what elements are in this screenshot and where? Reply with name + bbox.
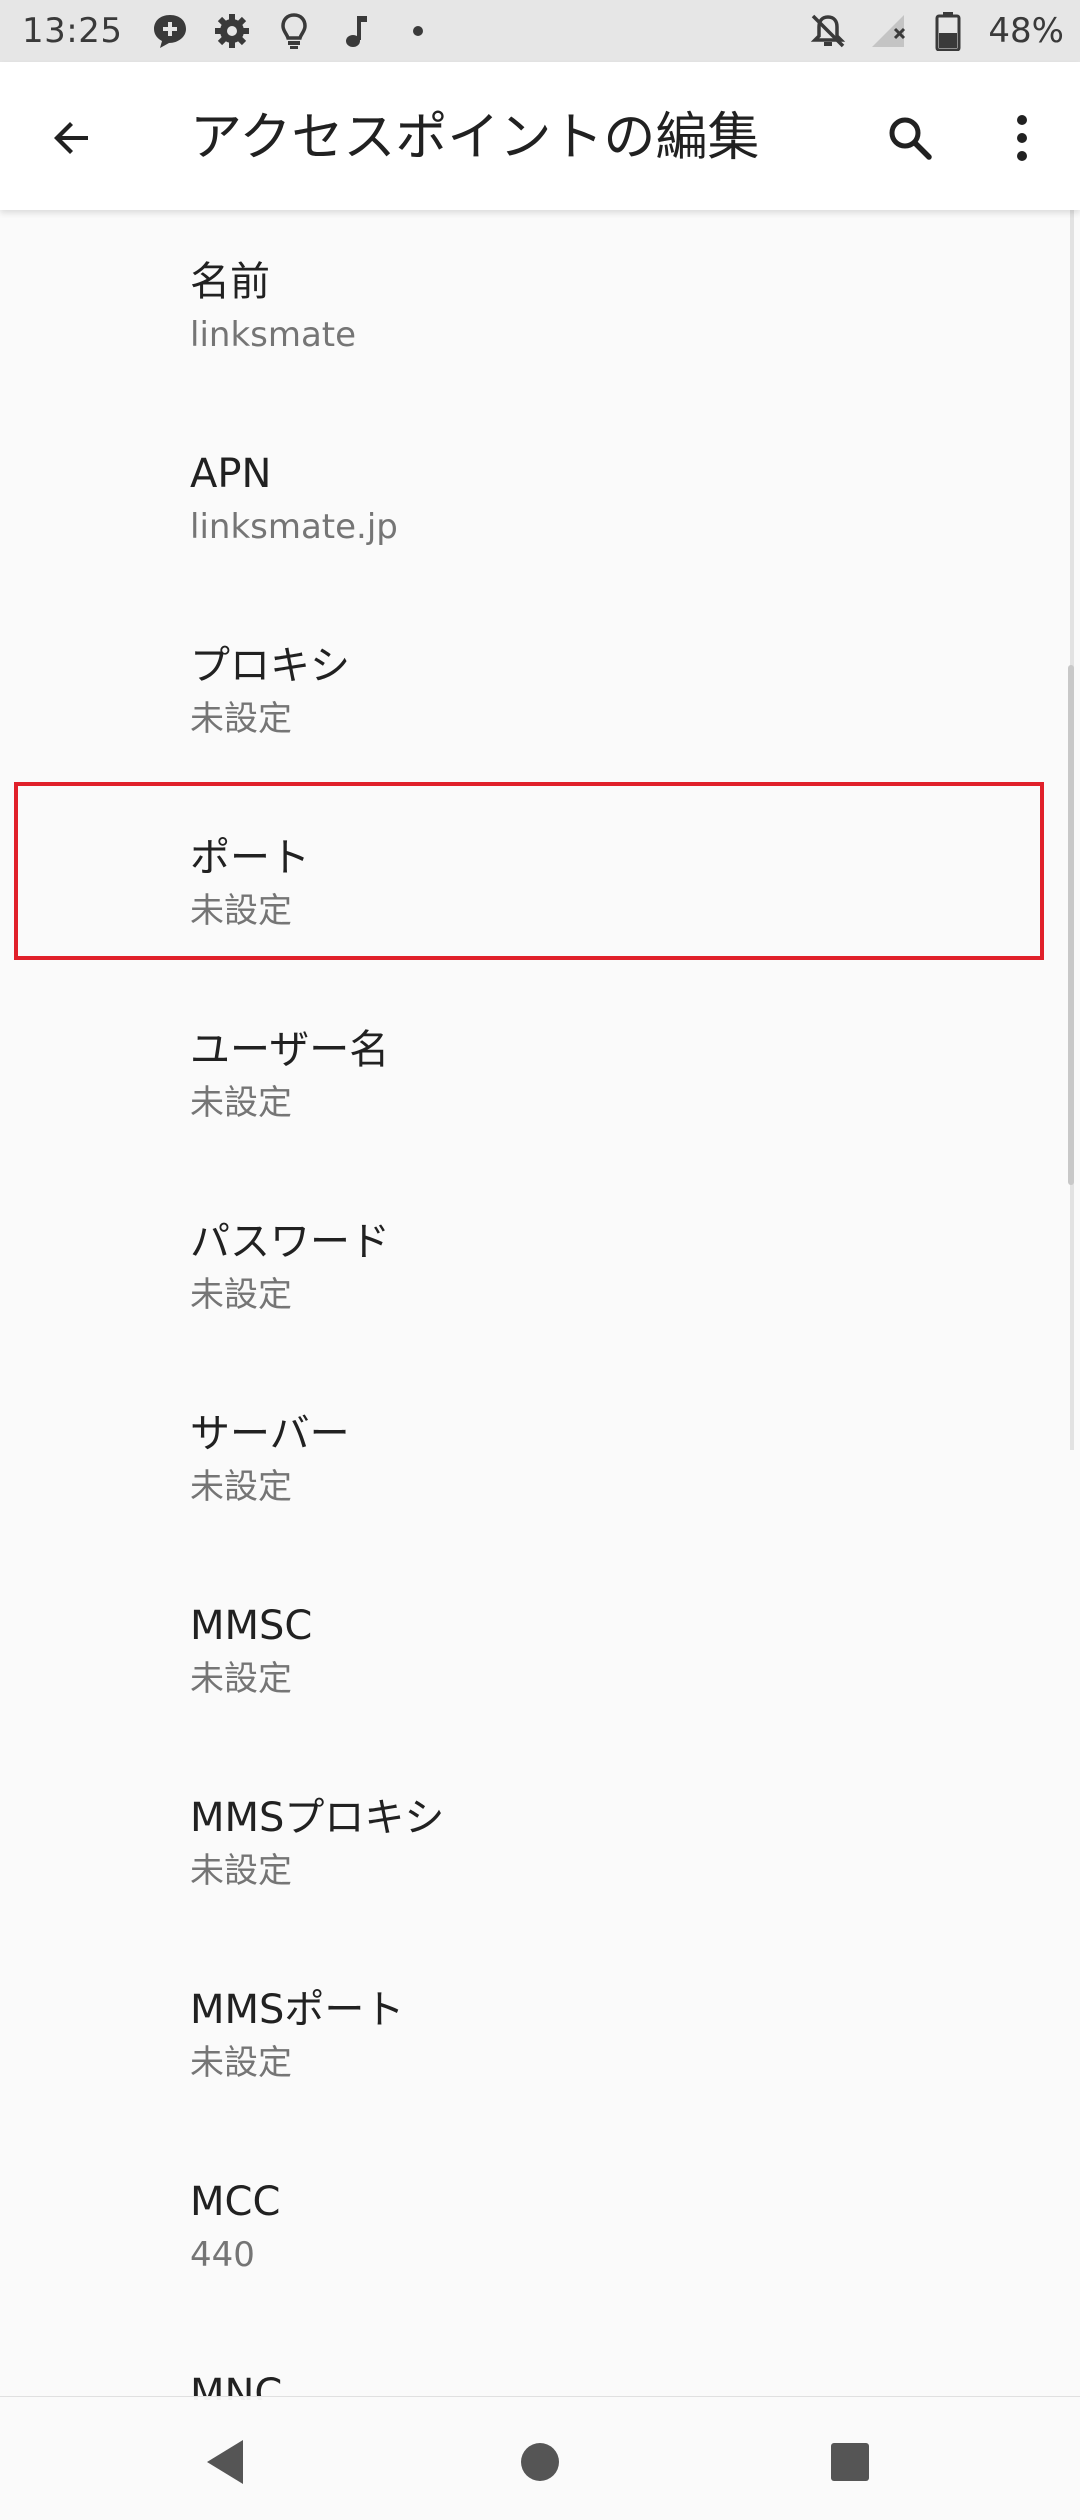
lightbulb-icon	[274, 11, 314, 51]
pref-title: MMSポート	[190, 1987, 405, 2033]
pref-summary: 未設定	[190, 699, 292, 739]
pref-summary: 未設定	[190, 1659, 292, 1699]
pref-item-apn[interactable]: APN linksmate.jp	[0, 402, 1080, 594]
music-note-icon	[336, 11, 376, 51]
pref-item-server[interactable]: サーバー 未設定	[0, 1362, 1080, 1554]
arrow-back-icon	[54, 122, 88, 154]
signal-icon	[868, 11, 908, 51]
notifications-off-icon	[808, 11, 848, 51]
pref-item-mms-proxy[interactable]: MMSプロキシ 未設定	[0, 1746, 1080, 1938]
pref-title: APN	[190, 451, 272, 497]
settings-gear-icon	[212, 11, 252, 51]
pref-item-mcc[interactable]: MCC 440	[0, 2130, 1080, 2322]
pref-summary: 440	[190, 2235, 255, 2275]
search-icon	[889, 117, 932, 160]
more-options-button[interactable]	[986, 102, 1058, 174]
pref-summary: 未設定	[190, 1083, 292, 1123]
page-title: アクセスポイントの編集	[190, 108, 760, 168]
pref-item-mms-port[interactable]: MMSポート 未設定	[0, 1938, 1080, 2130]
square-recents-icon	[831, 2443, 869, 2481]
nav-recents-button[interactable]	[805, 2417, 895, 2507]
pref-summary: linksmate.jp	[190, 507, 398, 547]
pref-title: MCC	[190, 2179, 281, 2225]
status-time: 13:25	[22, 11, 123, 51]
pref-title: MMSC	[190, 1603, 313, 1649]
pref-summary: 未設定	[190, 1467, 292, 1507]
pref-summary: 未設定	[190, 1275, 292, 1315]
pref-item-mmsc[interactable]: MMSC 未設定	[0, 1554, 1080, 1746]
pref-item-password[interactable]: パスワード 未設定	[0, 1170, 1080, 1362]
pref-title: サーバー	[190, 1411, 350, 1457]
pref-item-port[interactable]: ポート 未設定	[0, 786, 1080, 978]
pref-title: パスワード	[190, 1219, 390, 1265]
app-bar: アクセスポイントの編集	[0, 62, 1080, 210]
nav-back-button[interactable]	[180, 2417, 270, 2507]
pref-summary: 未設定	[190, 2043, 292, 2083]
pref-item-mnc[interactable]: MNC 10	[0, 2322, 1080, 2400]
navigation-bar	[0, 2396, 1080, 2520]
search-button[interactable]	[874, 102, 946, 174]
preference-list[interactable]: 名前 linksmate APN linksmate.jp プロキシ 未設定 ポ…	[0, 210, 1080, 2400]
pref-item-proxy[interactable]: プロキシ 未設定	[0, 594, 1080, 786]
triangle-back-icon	[207, 2440, 243, 2484]
more-vert-icon	[1017, 115, 1027, 161]
chat-plus-icon	[150, 11, 190, 51]
back-button[interactable]	[36, 102, 108, 174]
pref-title: ポート	[190, 835, 310, 881]
status-bar: 13:25 48%	[0, 0, 1080, 62]
pref-title: ユーザー名	[190, 1027, 390, 1073]
pref-summary: 未設定	[190, 891, 292, 931]
pref-title: 名前	[190, 259, 270, 305]
battery-percentage: 48%	[988, 11, 1064, 51]
pref-title: プロキシ	[190, 643, 350, 689]
battery-icon	[928, 11, 968, 51]
pref-summary: linksmate	[190, 315, 357, 355]
nav-home-button[interactable]	[495, 2417, 585, 2507]
pref-item-name[interactable]: 名前 linksmate	[0, 210, 1080, 402]
pref-title: MMSプロキシ	[190, 1795, 445, 1841]
circle-home-icon	[521, 2443, 559, 2481]
dot-icon	[398, 11, 438, 51]
pref-summary: 未設定	[190, 1851, 292, 1891]
pref-item-username[interactable]: ユーザー名 未設定	[0, 978, 1080, 1170]
scrollbar-thumb[interactable]	[1068, 665, 1074, 1185]
